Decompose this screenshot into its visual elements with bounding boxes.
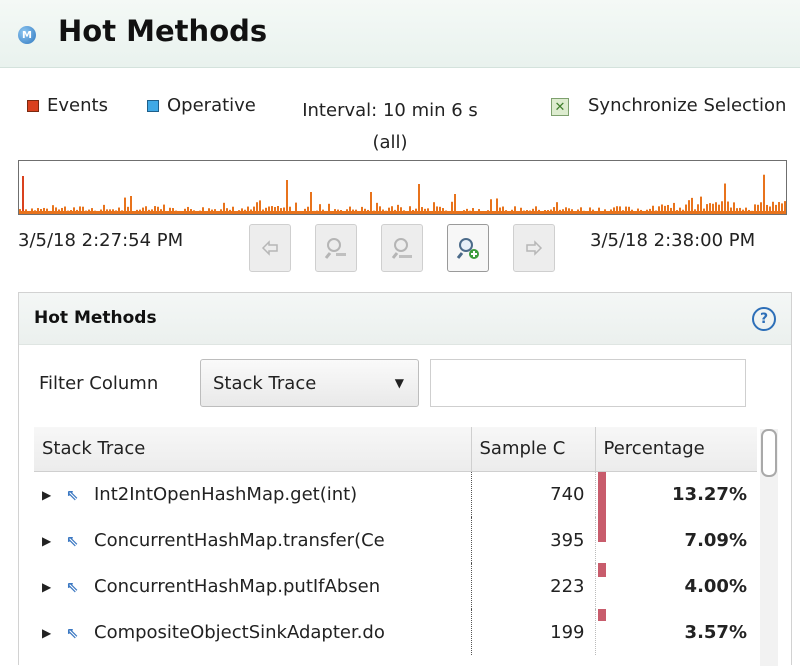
timeline-bar — [763, 174, 765, 214]
events-swatch-icon — [27, 100, 39, 112]
interval-duration: Interval: 10 min 6 s — [302, 100, 478, 121]
zoom-out-all-icon — [391, 238, 412, 259]
percentage-cell: 7.09% — [595, 517, 757, 563]
table-row[interactable]: ▶ ⇖ Int2IntOpenHashMap.get(int) 740 13.27% — [34, 471, 757, 517]
zoom-out-icon — [324, 238, 346, 259]
expand-arrow-icon[interactable]: ▶ — [42, 580, 66, 594]
dropdown-arrow-icon: ▼ — [394, 376, 404, 390]
range-start-date: 3/5/18 2:27:54 PM — [18, 230, 184, 251]
percentage-bar — [597, 517, 606, 542]
method-icon: ⇖ — [66, 577, 79, 596]
sample-count-cell: 740 — [471, 471, 596, 517]
timeline-bar — [22, 176, 24, 214]
arrow-left-icon — [261, 240, 278, 256]
method-name: ConcurrentHashMap.putIfAbsen — [94, 575, 381, 597]
operative-swatch-icon — [147, 100, 159, 112]
legend-operative[interactable]: Operative — [147, 95, 280, 116]
percentage-bar — [597, 609, 606, 622]
percentage-bar — [597, 563, 606, 577]
filter-text-input[interactable] — [430, 359, 746, 407]
percentage-value: 7.09% — [684, 529, 747, 551]
stack-trace-cell: ▶ ⇖ Int2IntOpenHashMap.get(int) — [34, 471, 472, 517]
timeline-bar — [370, 192, 372, 214]
sample-count-cell: 223 — [471, 563, 596, 609]
zoom-out-all-button[interactable] — [381, 224, 423, 272]
section-header: Hot Methods ? — [19, 293, 791, 345]
stack-trace-cell: ▶ ⇖ CompositeObjectSinkAdapter.do — [34, 609, 472, 655]
timeline-bar — [418, 184, 420, 214]
sample-count-cell: 395 — [471, 517, 596, 563]
filter-column-value: Stack Trace — [213, 373, 317, 394]
legend-events[interactable]: Events — [27, 95, 108, 116]
expand-arrow-icon[interactable]: ▶ — [42, 626, 66, 640]
table-row[interactable]: ▶ ⇖ ConcurrentHashMap.putIfAbsen 223 4.00% — [34, 563, 757, 609]
arrow-right-icon — [526, 240, 543, 256]
percentage-value: 3.57% — [684, 621, 747, 643]
table-row[interactable]: ▶ ⇖ CompositeObjectSinkAdapter.do 199 3.57% — [34, 609, 757, 655]
zoom-in-button[interactable] — [447, 224, 489, 272]
timeline-baseline — [19, 211, 786, 214]
method-icon: ⇖ — [66, 485, 79, 504]
method-name: CompositeObjectSinkAdapter.do — [94, 621, 385, 643]
method-name: Int2IntOpenHashMap.get(int) — [94, 483, 358, 505]
next-button[interactable] — [513, 224, 555, 272]
method-icon: ⇖ — [66, 623, 79, 642]
hot-methods-section: Hot Methods ? Filter Column Stack Trace … — [18, 292, 792, 666]
timeline-bar — [310, 192, 312, 214]
hot-methods-table: Stack Trace Sample C Percentage ▶ ⇖ Int2In… — [34, 427, 757, 655]
help-icon[interactable]: ? — [752, 307, 776, 331]
table-row[interactable]: ▶ ⇖ ConcurrentHashMap.transfer(Ce 395 7.09% — [34, 517, 757, 563]
synchronize-selection-checkbox[interactable]: ✕ — [551, 98, 569, 116]
title-bar: M Hot Methods — [0, 0, 800, 68]
stack-trace-cell: ▶ ⇖ ConcurrentHashMap.putIfAbsen — [34, 563, 472, 609]
interval-label: Interval: 10 min 6 s (all) — [280, 95, 500, 159]
filter-column-select[interactable]: Stack Trace ▼ — [200, 359, 419, 407]
legend-operative-label: Operative — [167, 95, 256, 116]
percentage-value: 4.00% — [684, 575, 747, 597]
hot-methods-icon: M — [18, 26, 36, 44]
zoom-in-icon — [456, 238, 479, 259]
column-header-percentage[interactable]: Percentage — [594, 427, 757, 472]
percentage-value: 13.27% — [672, 483, 747, 505]
expand-arrow-icon[interactable]: ▶ — [42, 488, 66, 502]
sample-count-cell: 199 — [471, 609, 596, 655]
range-end-date: 3/5/18 2:38:00 PM — [590, 230, 756, 251]
zoom-out-button[interactable] — [315, 224, 357, 272]
interval-scope: (all) — [372, 132, 408, 153]
section-title: Hot Methods — [34, 308, 157, 328]
percentage-cell: 13.27% — [595, 471, 757, 517]
percentage-cell: 3.57% — [595, 609, 757, 655]
table-header-row: Stack Trace Sample C Percentage — [34, 427, 757, 472]
page-title: Hot Methods — [58, 14, 268, 48]
method-name: ConcurrentHashMap.transfer(Ce — [94, 529, 385, 551]
method-icon: ⇖ — [66, 531, 79, 550]
synchronize-selection-label: Synchronize Selection — [588, 95, 787, 116]
stack-trace-cell: ▶ ⇖ ConcurrentHashMap.transfer(Ce — [34, 517, 472, 563]
filter-column-label: Filter Column — [39, 373, 159, 394]
timeline-bars — [19, 174, 786, 214]
scrollbar-thumb[interactable] — [761, 429, 777, 477]
column-header-sample-count[interactable]: Sample C — [470, 427, 595, 472]
previous-button[interactable] — [249, 224, 291, 272]
timeline-chart[interactable] — [18, 160, 787, 215]
percentage-cell: 4.00% — [595, 563, 757, 609]
legend-events-label: Events — [47, 95, 108, 116]
expand-arrow-icon[interactable]: ▶ — [42, 534, 66, 548]
timeline-bar — [724, 183, 726, 214]
timeline-bar — [286, 180, 288, 214]
percentage-bar — [597, 471, 606, 517]
column-header-stack-trace[interactable]: Stack Trace — [34, 427, 471, 472]
table-scrollbar[interactable] — [760, 429, 778, 666]
